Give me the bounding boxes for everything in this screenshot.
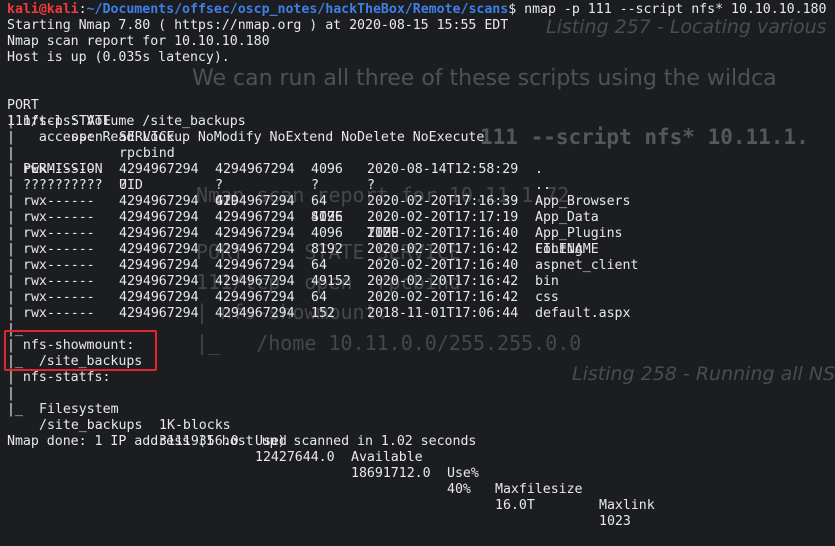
col-use-pct: Use% (447, 466, 479, 481)
terminal-output[interactable]: kali@kali:~/Documents/offsec/oscp_notes/… (0, 0, 835, 529)
prompt-path: ~/Documents/offsec/oscp_notes/hackTheBox… (86, 2, 509, 17)
prompt-user: kali@kali (7, 2, 79, 17)
output-line: Nmap scan report for 10.10.10.180 (7, 34, 270, 49)
nfs-ls-header: | PERMISSION UID GID SIZE TIME FILENAME (7, 146, 599, 257)
nfs-statfs-title: | nfs-statfs: (7, 370, 111, 385)
col-filesystem: Filesystem (39, 402, 119, 417)
col-maxlink: Maxlink (599, 498, 655, 513)
service-value: rpcbind (119, 146, 175, 161)
statfs-header: | Filesystem 1K-blocks Used Available Us… (7, 386, 655, 513)
prompt-line: kali@kali:~/Documents/offsec/oscp_notes/… (7, 2, 827, 18)
port-header: PORT STATE SERVICE (7, 82, 175, 145)
nfs-ls-title: | nfs-ls: Volume /site_backups (7, 114, 246, 129)
nfs-ls-access: | access: Read Lookup NoModify NoExtend … (7, 130, 485, 145)
col-maxfilesize: Maxfilesize (495, 482, 583, 497)
output-line: Host is up (0.035s latency). (7, 50, 230, 65)
port-row: 111/tcp open rpcbind (7, 98, 175, 161)
scan-summary: Nmap done: 1 IP address (1 host up) scan… (7, 434, 477, 449)
command-text: nmap -p 111 --script nfs* 10.10.10.180 (516, 2, 827, 17)
col-blocks: 1K-blocks (159, 418, 231, 433)
statfs-row: |_ /site_backups 31119356.0 12427644.0 1… (7, 402, 631, 529)
output-line: Starting Nmap 7.80 ( https://nmap.org ) … (7, 18, 509, 33)
prompt-symbol: $ (508, 2, 517, 17)
prompt-separator: : (78, 2, 87, 17)
showmount-highlight-box (4, 330, 157, 371)
col-available: Available (351, 450, 423, 465)
